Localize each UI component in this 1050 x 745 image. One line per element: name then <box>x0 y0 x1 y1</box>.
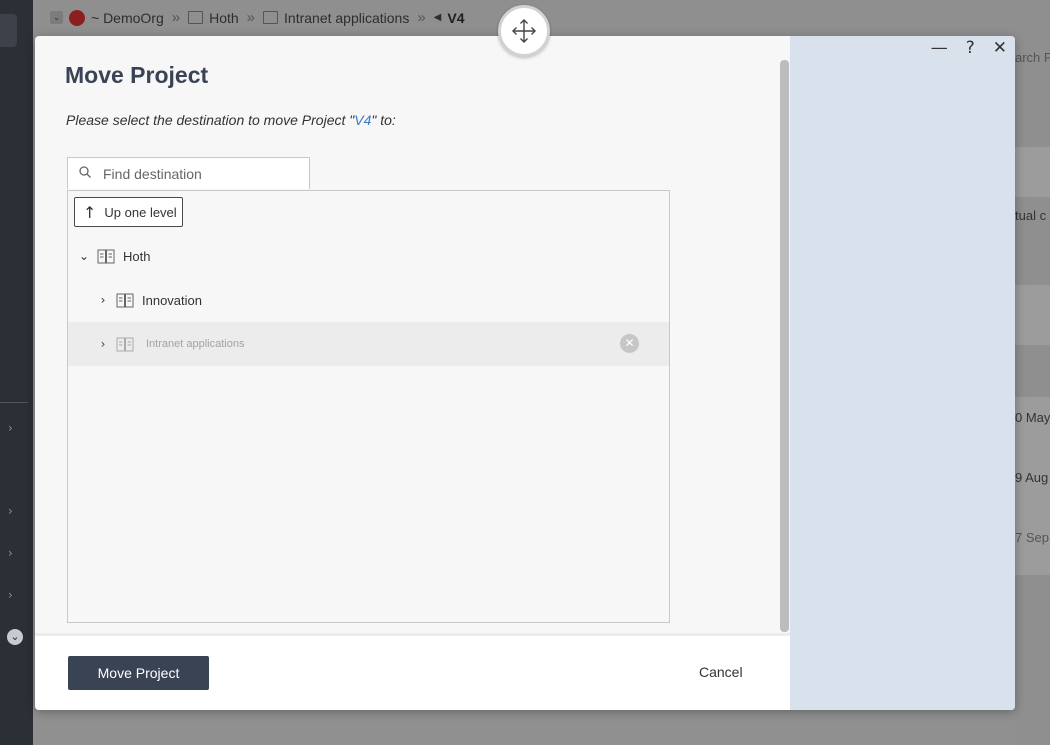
breadcrumb-item-hoth[interactable]: Hoth <box>209 10 239 26</box>
background-date: 9 Aug <box>1015 470 1049 485</box>
rail-expand-icon[interactable]: ⌄ <box>7 629 23 645</box>
breadcrumb-org[interactable]: ~ DemoOrg <box>91 10 164 26</box>
destination-search <box>67 157 310 189</box>
tree-item-label: Innovation <box>142 292 202 308</box>
breadcrumb-separator: » <box>246 9 256 26</box>
book-icon <box>97 249 115 263</box>
tree-item-label: Intranet applications <box>146 338 245 350</box>
breadcrumb: ⌄ ~ DemoOrg » Hoth » Intranet applicatio… <box>50 9 465 26</box>
dialog-subtitle: Please select the destination to move Pr… <box>66 112 396 128</box>
move-icon <box>512 19 536 43</box>
left-rail: › › › › ⌄ <box>0 0 33 745</box>
subtitle-suffix: " to: <box>371 112 396 128</box>
breadcrumb-separator: » <box>171 9 181 26</box>
org-logo-icon <box>69 9 85 26</box>
up-one-level-button[interactable]: ↑ Up one level <box>74 197 183 227</box>
chevron-right-icon[interactable]: › <box>96 337 110 351</box>
rail-chevron-right-icon[interactable]: › <box>8 546 13 560</box>
move-handle[interactable] <box>498 5 550 57</box>
destination-search-input[interactable] <box>101 163 305 185</box>
rail-chevron-right-icon[interactable]: › <box>8 588 13 602</box>
dialog-title: Move Project <box>65 62 209 88</box>
project-name: V4 <box>354 112 372 128</box>
move-project-dialog: — ? ✕ Move Project Please select the des… <box>35 36 1015 710</box>
background-row <box>1014 147 1050 197</box>
tree-item-hoth[interactable]: ⌄ Hoth <box>68 234 669 278</box>
background-right-strip <box>1014 36 1050 745</box>
breadcrumb-dropdown-icon[interactable]: ⌄ <box>50 11 63 24</box>
background-column-header: tual c <box>1015 208 1047 223</box>
rail-active-item[interactable] <box>0 14 17 47</box>
chevron-down-icon[interactable]: ⌄ <box>77 249 91 263</box>
rail-chevron-right-icon[interactable]: › <box>8 504 13 518</box>
breadcrumb-item-intranet[interactable]: Intranet applications <box>284 10 409 26</box>
tree-item-label: Hoth <box>123 248 151 264</box>
search-icon <box>79 166 91 178</box>
dialog-scrollbar[interactable] <box>780 60 789 632</box>
background-search-text: arch P <box>1015 50 1050 65</box>
window-controls: — ? ✕ <box>931 38 1007 58</box>
minimize-icon[interactable]: — <box>931 38 948 58</box>
book-icon <box>116 337 134 351</box>
rail-chevron-right-icon[interactable]: › <box>8 421 13 435</box>
clear-icon: ✕ <box>620 334 639 353</box>
up-one-level-label: Up one level <box>104 204 177 220</box>
background-date: 7 Sep <box>1015 530 1049 545</box>
chevron-right-icon[interactable]: › <box>96 293 110 307</box>
book-icon <box>116 293 134 307</box>
background-date: 0 May <box>1015 410 1050 425</box>
tree-item-innovation[interactable]: › Innovation <box>68 278 669 322</box>
tree-item-intranet-applications: › Intranet applications ✕ <box>68 322 669 366</box>
breadcrumb-current: V4 <box>447 9 465 26</box>
caret-left-icon: ◀ <box>433 12 442 23</box>
destination-tree: ↑ Up one level ⌄ Hoth › Innovation › Int… <box>67 190 670 623</box>
move-project-button[interactable]: Move Project <box>68 656 209 690</box>
close-icon[interactable]: ✕ <box>993 38 1007 58</box>
arrow-up-icon: ↑ <box>83 202 97 222</box>
rail-divider <box>0 402 28 403</box>
book-icon <box>188 11 204 24</box>
background-row <box>1014 285 1050 345</box>
help-icon[interactable]: ? <box>966 38 975 58</box>
subtitle-prefix: Please select the destination to move Pr… <box>66 112 355 128</box>
book-icon <box>263 11 279 24</box>
dialog-side-panel <box>790 36 1015 710</box>
cancel-button[interactable]: Cancel <box>693 663 749 681</box>
breadcrumb-separator: » <box>417 9 426 26</box>
dialog-footer: Move Project Cancel <box>35 633 790 710</box>
